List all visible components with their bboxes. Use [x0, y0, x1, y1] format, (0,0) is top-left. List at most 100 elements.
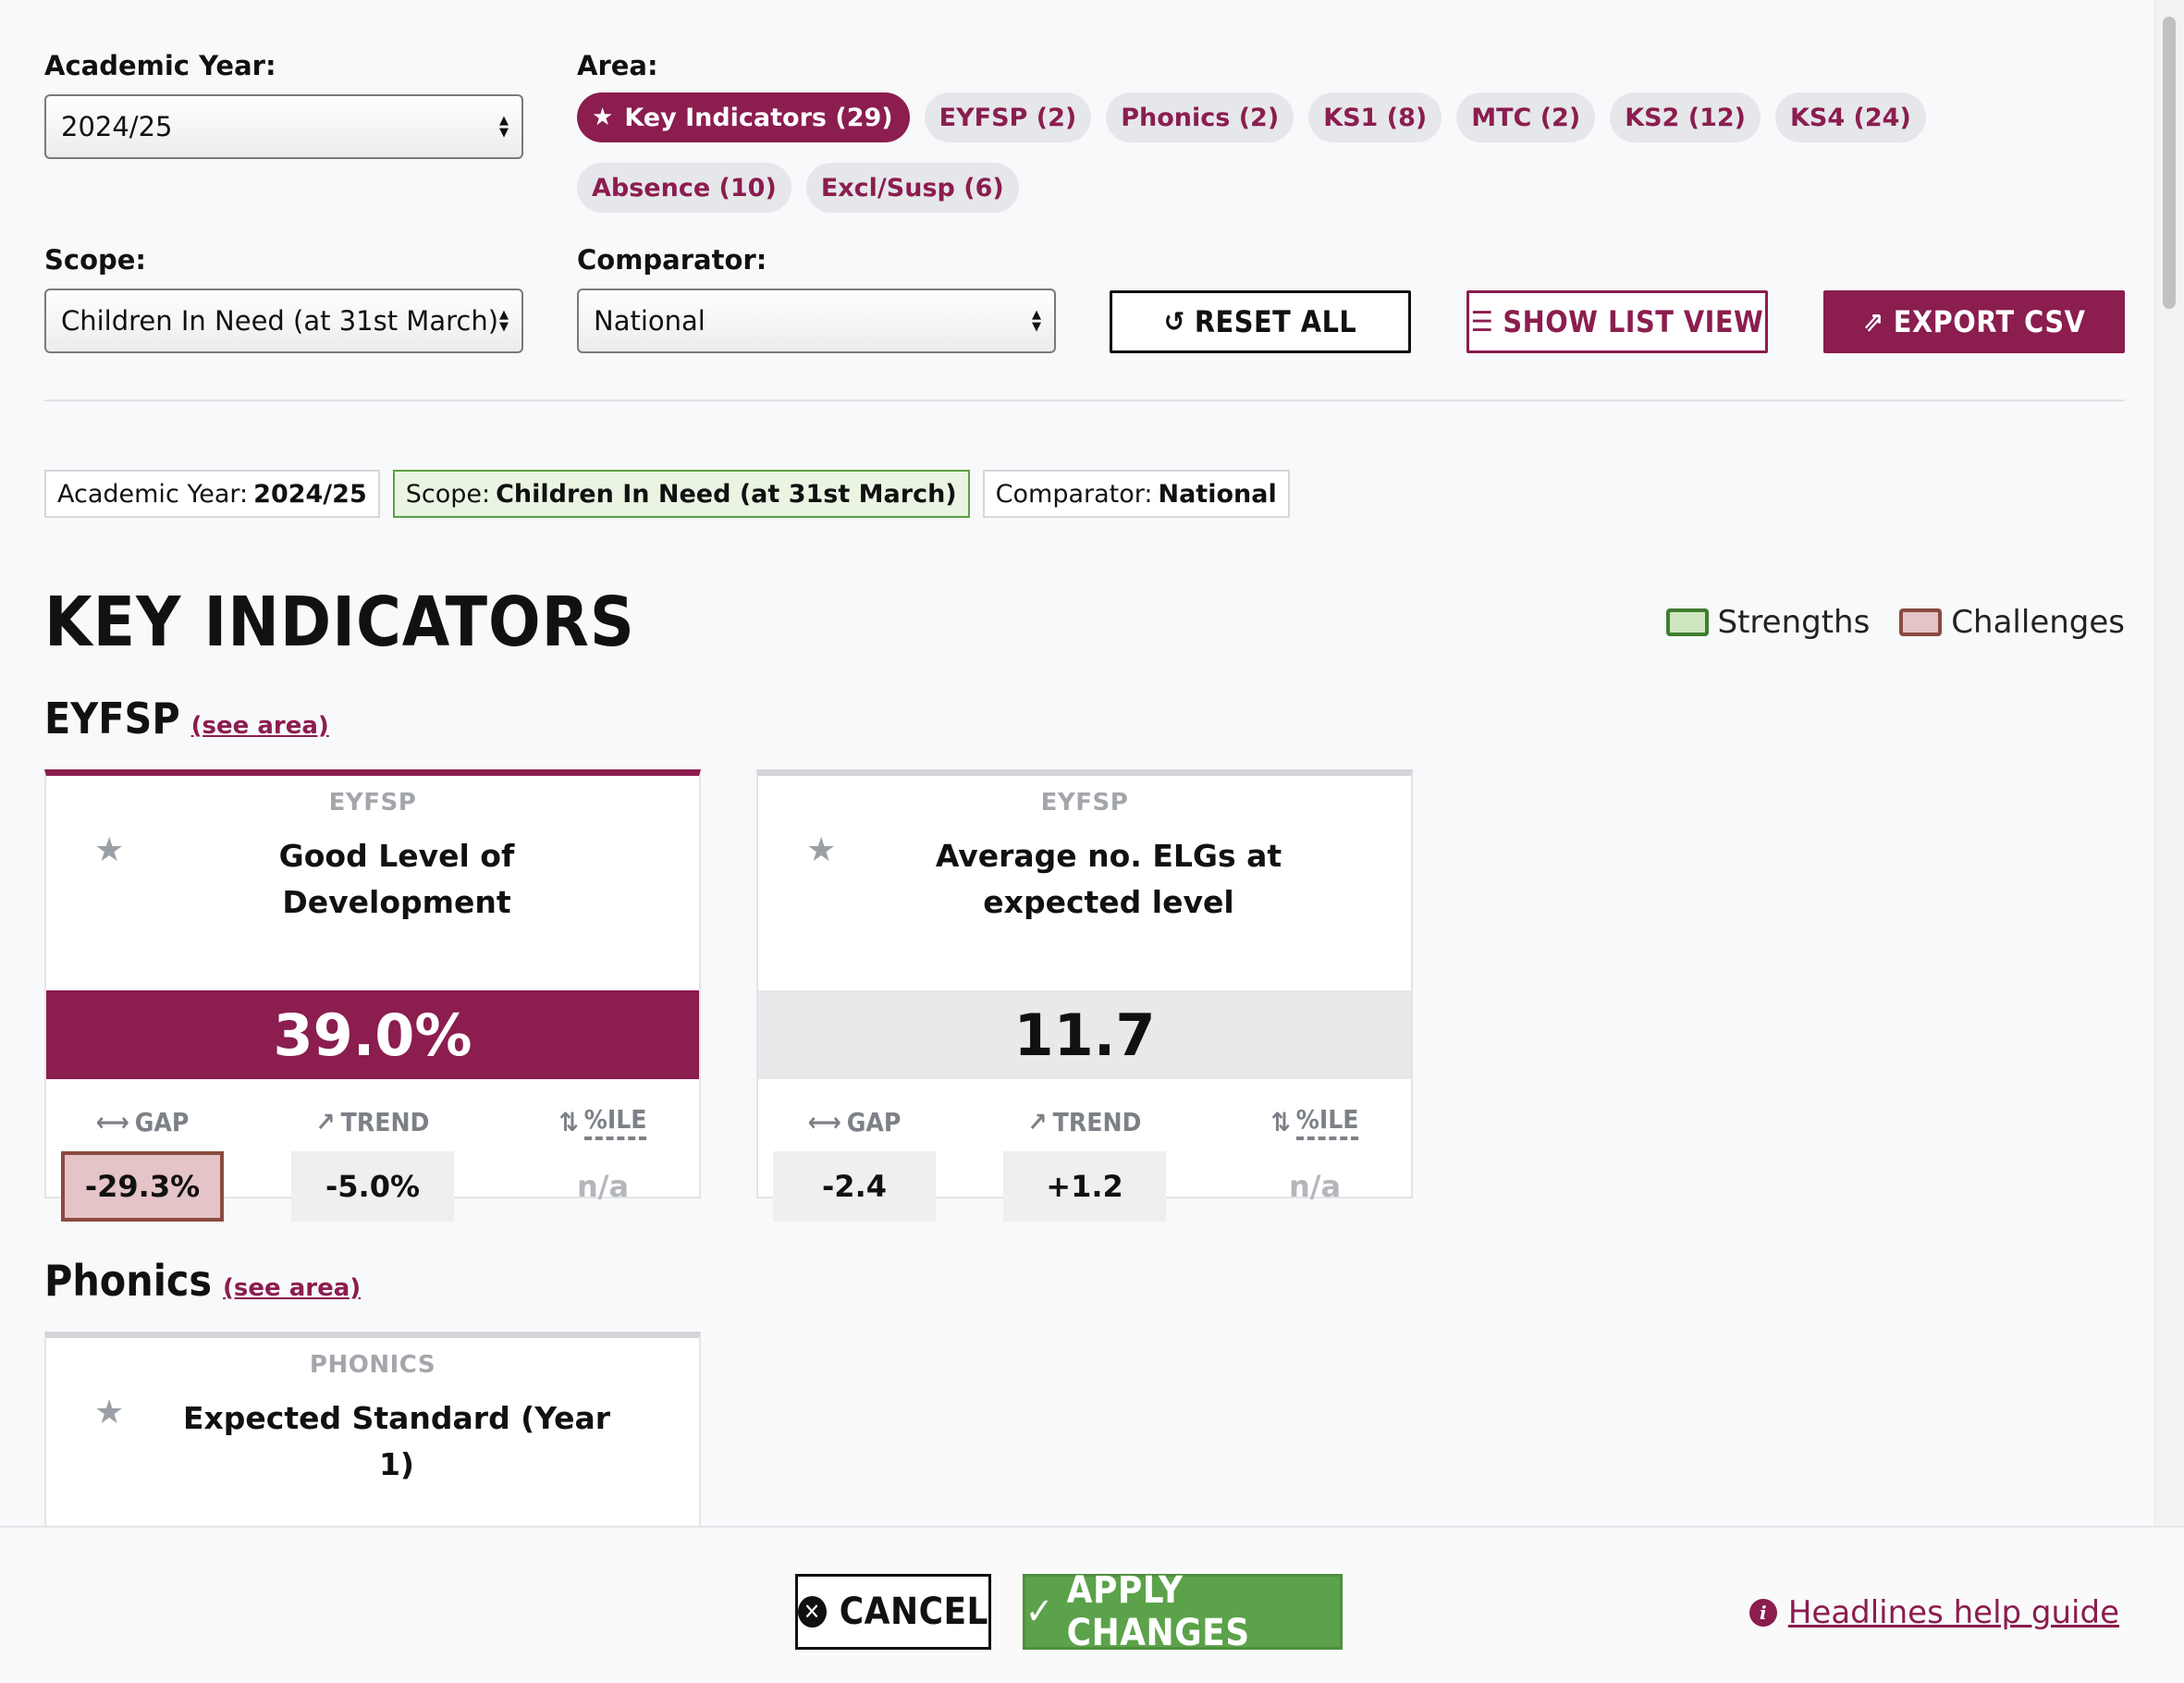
- card-title: Expected Standard (Year 1): [182, 1400, 611, 1482]
- sort-arrows-icon: ⇅: [558, 1106, 579, 1137]
- chip-comparator: Comparator: National: [982, 470, 1290, 518]
- indicator-card[interactable]: PHONICS ★ Expected Standard (Year 1): [44, 1332, 701, 1526]
- section-heading: EYFSP: [44, 694, 180, 743]
- area-label: Area:: [577, 50, 658, 81]
- list-icon: ☰: [1470, 305, 1494, 338]
- area-pill-key-indicators[interactable]: ★ Key Indicators (29): [577, 92, 910, 142]
- footer-bar: ✕ CANCEL ✓ APPLY CHANGES i Headlines hel…: [0, 1526, 2184, 1683]
- area-pills: ★ Key Indicators (29) EYFSP (2) Phonics …: [577, 92, 1945, 213]
- star-icon[interactable]: ★: [94, 831, 168, 869]
- apply-changes-button[interactable]: ✓ APPLY CHANGES: [1023, 1569, 1343, 1654]
- scope-label: Scope:: [44, 244, 147, 276]
- page-title: KEY INDICATORS: [44, 583, 635, 662]
- area-pill-absence[interactable]: Absence (10): [577, 163, 791, 213]
- section-heading: Phonics: [44, 1256, 213, 1306]
- comparator-label: Comparator:: [577, 244, 767, 276]
- star-icon[interactable]: ★: [806, 831, 880, 869]
- strengths-swatch: [1665, 608, 1709, 636]
- main-content: Academic Year: 2024/25 ▲ ▼ Area: ★ Key In…: [0, 0, 2154, 1526]
- show-list-view-button[interactable]: ☰ SHOW LIST VIEW: [1466, 290, 1768, 353]
- card-category: PHONICS: [309, 1351, 436, 1379]
- academic-year-select[interactable]: 2024/25 ▲ ▼: [44, 94, 523, 159]
- legend-strengths: Strengths: [1717, 604, 1871, 641]
- double-arrow-icon: ⟷: [807, 1106, 841, 1137]
- trend-value: -5.0%: [291, 1151, 454, 1222]
- card-category: EYFSP: [328, 789, 417, 817]
- select-arrows-icon: ▲ ▼: [499, 114, 509, 140]
- help-guide-link[interactable]: i Headlines help guide: [1748, 1594, 2119, 1631]
- selection-summary: Academic Year: 2024/25 Scope: Children In …: [44, 470, 2127, 518]
- card-category: EYFSP: [1040, 789, 1129, 817]
- filters-row-2: Scope: Children In Need (at 31st March) …: [44, 244, 2127, 353]
- comparator-select[interactable]: National ▲ ▼: [577, 289, 1056, 353]
- scope-select[interactable]: Children In Need (at 31st March) ▲ ▼: [44, 289, 523, 353]
- area-pill-eyfsp[interactable]: EYFSP (2): [924, 92, 1092, 142]
- area-pill-ks2[interactable]: KS2 (12): [1610, 92, 1761, 142]
- pctile-value: n/a: [576, 1169, 630, 1204]
- info-icon: i: [1748, 1599, 1777, 1627]
- area-pill-ks1[interactable]: KS1 (8): [1308, 92, 1442, 142]
- academic-year-value: 2024/25: [61, 111, 173, 142]
- academic-year-label: Academic Year:: [44, 50, 276, 81]
- section-title-eyfsp: EYFSP (see area): [44, 694, 2127, 743]
- gap-value: -29.3%: [61, 1151, 224, 1222]
- metric-trend: ↗ TREND +1.2: [1003, 1103, 1166, 1222]
- trend-value: +1.2: [1003, 1151, 1166, 1222]
- select-arrows-icon: ▲ ▼: [1032, 308, 1041, 334]
- legend: Strengths Challenges: [1665, 604, 2125, 641]
- comparator-field: Comparator: National ▲ ▼: [577, 244, 1056, 353]
- star-icon[interactable]: ★: [94, 1394, 168, 1431]
- card-metrics: ⟷ GAP -2.4 ↗ TREND +1.2 ⇅ %ILE n/a: [758, 1103, 1411, 1222]
- card-list: PHONICS ★ Expected Standard (Year 1): [44, 1332, 2127, 1526]
- metric-gap: ⟷ GAP -2.4: [773, 1103, 936, 1222]
- indicator-card[interactable]: EYFSP ★ Good Level of Development 39.0% …: [44, 769, 701, 1222]
- pctile-value: n/a: [1288, 1169, 1342, 1204]
- scrollbar-thumb[interactable]: [2163, 17, 2176, 309]
- card-title-row: ★ Good Level of Development: [46, 831, 699, 990]
- select-arrows-icon: ▲ ▼: [499, 308, 509, 334]
- indicator-card[interactable]: EYFSP ★ Average no. ELGs at expected lev…: [756, 769, 1413, 1222]
- filters-row-1: Academic Year: 2024/25 ▲ ▼ Area: ★ Key In…: [44, 50, 2127, 213]
- area-pill-mtc[interactable]: MTC (2): [1456, 92, 1596, 142]
- star-icon: ★: [592, 104, 614, 131]
- check-icon: ✓: [1025, 1591, 1054, 1633]
- see-area-link[interactable]: (see area): [191, 712, 329, 740]
- x-circle-icon: ✕: [798, 1596, 827, 1628]
- metric-pctile: ⇅ %ILE n/a: [1233, 1103, 1396, 1222]
- trend-icon: ↗: [315, 1106, 336, 1137]
- export-icon: ⇗: [1862, 305, 1884, 338]
- card-value: 11.7: [758, 990, 1411, 1079]
- area-pill-phonics[interactable]: Phonics (2): [1106, 92, 1294, 142]
- see-area-link[interactable]: (see area): [223, 1274, 361, 1302]
- card-value: 39.0%: [46, 990, 699, 1079]
- scope-value: Children In Need (at 31st March): [61, 305, 499, 337]
- area-pill-ks4[interactable]: KS4 (24): [1775, 92, 1926, 142]
- export-csv-button[interactable]: ⇗ EXPORT CSV: [1823, 290, 2125, 353]
- card-title: Good Level of Development: [278, 838, 515, 920]
- card-metrics: ⟷ GAP -29.3% ↗ TREND -5.0% ⇅ %ILE n/a: [46, 1103, 699, 1222]
- trend-icon: ↗: [1027, 1106, 1048, 1137]
- divider: [44, 399, 2125, 401]
- scrollbar[interactable]: [2154, 0, 2184, 1526]
- card-title-row: ★ Average no. ELGs at expected level: [758, 831, 1411, 990]
- metric-trend: ↗ TREND -5.0%: [291, 1103, 454, 1222]
- heading-row: KEY INDICATORS Strengths Challenges: [44, 583, 2125, 662]
- chip-scope: Scope: Children In Need (at 31st March): [392, 470, 970, 518]
- metric-gap: ⟷ GAP -29.3%: [61, 1103, 224, 1222]
- gap-value: -2.4: [773, 1151, 936, 1222]
- scope-field: Scope: Children In Need (at 31st March) …: [44, 244, 523, 353]
- double-arrow-icon: ⟷: [95, 1106, 129, 1137]
- section-title-phonics: Phonics (see area): [44, 1256, 2127, 1306]
- area-pill-excl-susp[interactable]: Excl/Susp (6): [805, 163, 1019, 213]
- cancel-button[interactable]: ✕ CANCEL: [795, 1574, 991, 1650]
- sort-arrows-icon: ⇅: [1270, 1106, 1291, 1137]
- refresh-icon: ↺: [1163, 305, 1185, 338]
- challenges-swatch: [1899, 608, 1943, 636]
- card-list: EYFSP ★ Good Level of Development 39.0% …: [44, 769, 2127, 1222]
- chip-academic-year: Academic Year: 2024/25: [44, 470, 380, 518]
- card-title: Average no. ELGs at expected level: [935, 838, 1282, 920]
- legend-challenges: Challenges: [1951, 604, 2125, 641]
- reset-all-button[interactable]: ↺ RESET ALL: [1110, 290, 1411, 353]
- area-field: Area: ★ Key Indicators (29) EYFSP (2) Ph…: [577, 50, 1945, 213]
- comparator-value: National: [594, 305, 706, 337]
